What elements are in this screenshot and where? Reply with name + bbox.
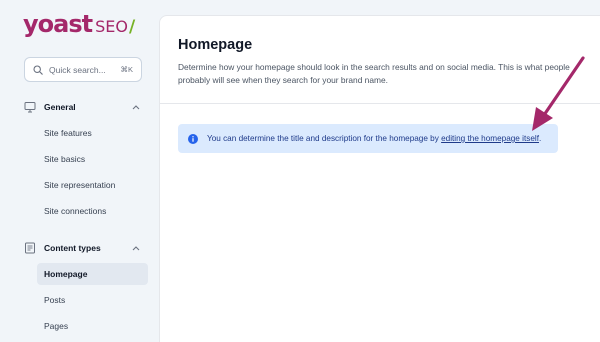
info-icon [188,133,198,144]
alert-message: You can determine the title and descript… [207,134,541,143]
nav-group-general: General Site features Site basics Site r… [24,96,148,222]
search-placeholder: Quick search... [49,64,106,75]
sidebar-item-site-features[interactable]: Site features [24,122,148,144]
document-icon [25,242,35,254]
annotation-arrow-icon [532,56,585,131]
search-icon [33,64,43,75]
nav-group-general-header[interactable]: General [24,96,148,118]
sidebar-item-pages[interactable]: Pages [24,315,148,337]
nav-group-content-types-header[interactable]: Content types [24,237,148,259]
logo-product: SEO [95,17,128,36]
sidebar: yoast SEO / Quick search... ⌘K General S… [0,0,160,342]
alert-suffix: . [538,134,542,143]
sidebar-item-homepage[interactable]: Homepage [37,263,148,285]
sidebar-item-site-representation[interactable]: Site representation [24,174,148,196]
chevron-up-icon [132,105,140,110]
alert-text: You can determine the title and descript… [207,134,439,143]
nav-group-label: Content types [44,243,101,253]
yoast-seo-logo[interactable]: yoast SEO / [23,10,135,42]
search-shortcut: ⌘K [120,65,133,74]
edit-homepage-link[interactable]: editing the homepage itself [441,134,539,143]
chevron-up-icon [132,246,140,251]
desktop-icon [24,102,36,113]
page-title: Homepage [178,37,253,53]
sidebar-item-site-basics[interactable]: Site basics [24,148,148,170]
quick-search-button[interactable]: Quick search... ⌘K [24,57,142,82]
nav-group-content-types: Content types Homepage Posts Pages [24,237,148,337]
logo-slash: / [128,17,136,37]
nav-group-label: General [44,102,76,112]
sidebar-item-site-connections[interactable]: Site connections [24,200,148,222]
info-alert: You can determine the title and descript… [178,124,558,153]
sidebar-item-posts[interactable]: Posts [24,289,148,311]
logo-wordmark: yoast [23,10,93,38]
